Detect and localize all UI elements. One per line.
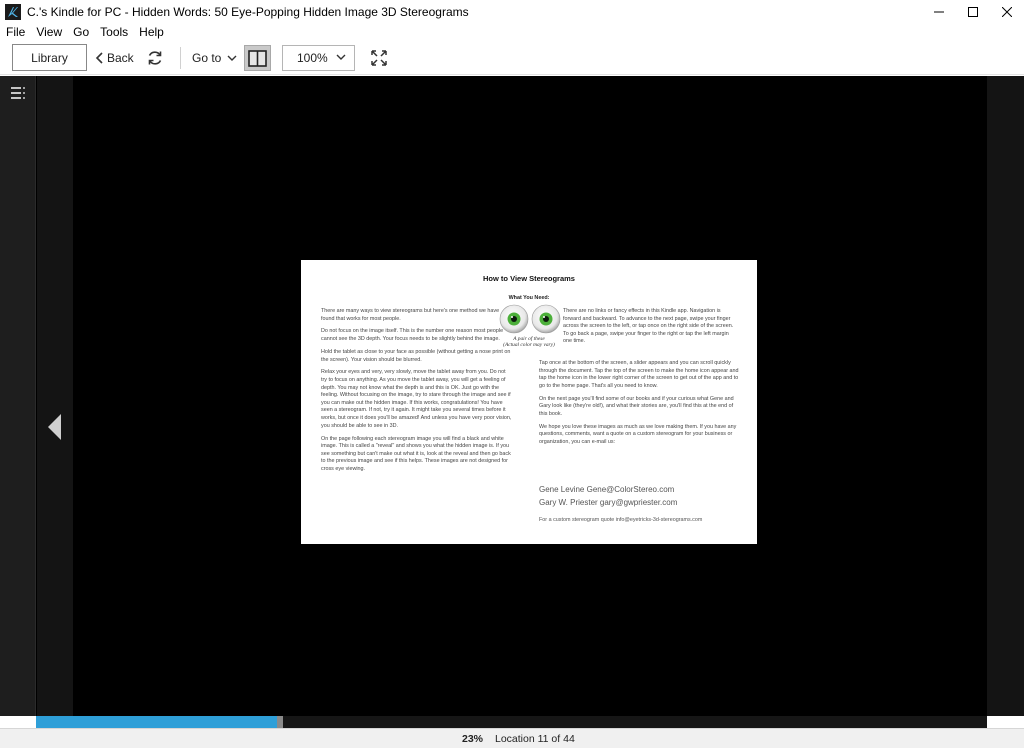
zoom-value: 100% (297, 51, 328, 65)
eye-caption-line: (Actual color may vary) (503, 342, 555, 349)
contact-line: Gary W. Priester gary@gwpriester.com (539, 497, 678, 507)
menu-go[interactable]: Go (67, 25, 94, 39)
paragraph: There are no links or fancy effects in t… (563, 308, 734, 345)
contact-block: Gene Levine Gene@ColorStereo.com Gary W.… (539, 484, 739, 509)
left-rail (0, 76, 36, 716)
quote-line: For a custom stereogram quote info@eyetr… (539, 517, 703, 523)
two-column-icon (248, 49, 267, 67)
right-column-top: There are no links or fancy effects in t… (563, 308, 739, 351)
window-title: C.'s Kindle for PC - Hidden Words: 50 Ey… (27, 4, 469, 19)
maximize-icon (968, 6, 978, 17)
window-controls (922, 0, 1024, 23)
kindle-app-icon (5, 3, 21, 20)
table-of-contents-icon[interactable] (10, 86, 26, 100)
paragraph: We hope you love these images as much as… (539, 423, 737, 445)
chevron-left-icon (95, 52, 103, 64)
paragraph: Tap once at the bottom of the screen, a … (539, 360, 739, 389)
zoom-select[interactable]: 100% (282, 45, 355, 71)
close-button[interactable] (990, 0, 1024, 23)
menu-tools[interactable]: Tools (94, 25, 133, 39)
menu-view[interactable]: View (30, 25, 67, 39)
sync-icon[interactable] (146, 49, 164, 67)
paragraph: Do not focus on the image itself. This i… (321, 328, 504, 343)
close-icon (1002, 6, 1012, 17)
page-view-toggle[interactable] (244, 45, 271, 71)
paragraph: Relax your eyes and very, very slowly, m… (321, 369, 512, 429)
goto-button[interactable]: Go to (192, 47, 237, 69)
progress-percent: 23% (462, 733, 484, 745)
right-column: Tap once at the bottom of the screen, a … (539, 360, 739, 452)
back-button[interactable]: Back (95, 47, 134, 69)
toolbar: Library Back Go to 100% (0, 41, 1024, 75)
eye-caption: A pair of these (Actual color may vary) (489, 336, 569, 349)
chevron-down-icon (227, 55, 237, 61)
progress-handle[interactable] (277, 716, 283, 728)
previous-page-margin[interactable] (37, 76, 73, 716)
title-bar: C.'s Kindle for PC - Hidden Words: 50 Ey… (0, 0, 1024, 23)
menu-bar: File View Go Tools Help (0, 23, 1024, 41)
status-bar: 23% Location 11 of 44 (0, 728, 1024, 748)
paragraph: There are many ways to view stereograms … (321, 308, 500, 322)
page-heading: How to View Stereograms (483, 274, 575, 283)
goto-label: Go to (192, 51, 222, 65)
back-label: Back (107, 51, 134, 65)
location-label: Location 11 of 44 (495, 733, 575, 745)
paragraph: Hold the tablet as close to your face as… (321, 348, 511, 363)
minimize-icon (934, 11, 944, 12)
library-button[interactable]: Library (12, 44, 87, 71)
contact-line: Gene Levine Gene@ColorStereo.com (539, 485, 675, 494)
book-page: How to View Stereograms There are many w… (301, 260, 757, 544)
what-you-need-label: What You Need: (508, 295, 550, 301)
paragraph: On the page following each stereogram im… (321, 435, 511, 472)
reading-progress-slider[interactable] (36, 716, 987, 728)
menu-help[interactable]: Help (133, 25, 169, 39)
paragraph: On the next page you'll find some of our… (539, 395, 734, 417)
reader-area[interactable]: How to View Stereograms There are many w… (0, 76, 1024, 716)
chevron-down-icon (336, 54, 346, 60)
previous-page-arrow-icon[interactable] (48, 414, 62, 440)
fullscreen-icon[interactable] (370, 49, 388, 67)
left-column: There are many ways to view stereograms … (321, 308, 513, 479)
progress-fill (36, 716, 277, 728)
menu-file[interactable]: File (0, 25, 30, 39)
maximize-button[interactable] (956, 0, 990, 23)
eyeballs-illustration (499, 304, 561, 334)
toolbar-divider (180, 47, 181, 69)
minimize-button[interactable] (922, 0, 956, 23)
next-page-margin[interactable] (987, 76, 1024, 716)
